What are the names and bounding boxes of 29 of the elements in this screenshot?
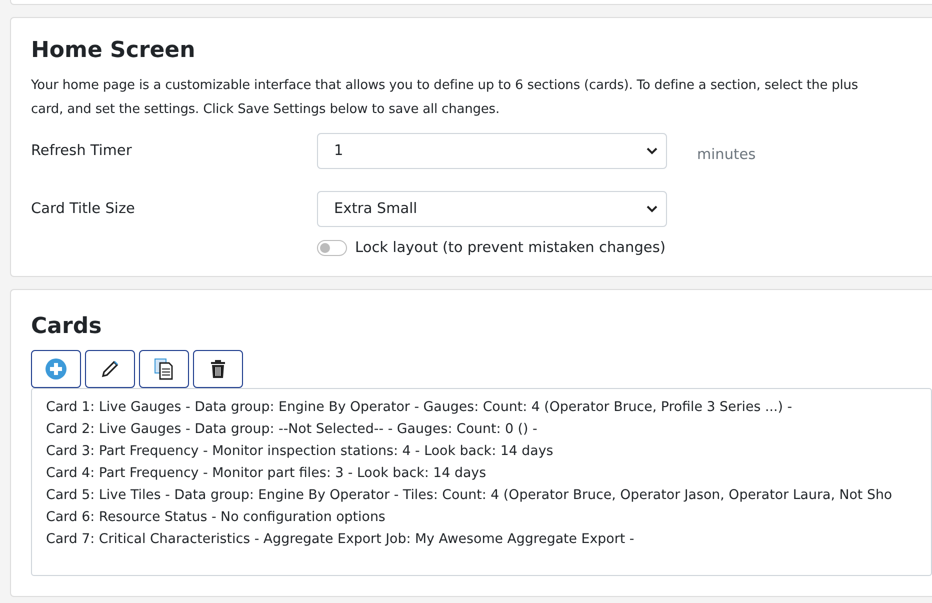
list-item[interactable]: Card 5: Live Tiles - Data group: Engine By Operator - Tiles: Count: 4 (Operator Bruce, Operator Jason, Operator Laura, Not Sho [46,485,917,507]
copy-icon [154,358,174,380]
edit-button[interactable] [85,350,135,388]
description-text: card, and set the settings. Click Save Settings below to save all changes. [31,101,501,119]
toggle-switch[interactable] [317,240,347,256]
dropdown[interactable]: 1 [317,133,667,169]
list-item[interactable]: Card 1: Live Gauges - Data group: Engine By Operator - Gauges: Count: 4 (Operator Bruce, Profile 3 Series ...) - [46,397,917,419]
unit-label: minutes [697,147,756,163]
section-title: Cards [31,313,103,341]
list-item[interactable]: Card 6: Resource Status - No configuration options [46,507,917,529]
chevron-down-icon [646,147,658,155]
toggle-label: Lock layout (to prevent mistaken changes) [355,240,666,256]
chevron-down-icon [646,205,658,213]
list-item[interactable]: Card 4: Part Frequency - Monitor part files: 3 - Look back: 14 days [46,463,917,485]
section-title: Home Screen [31,37,196,65]
plus-icon [45,358,67,380]
list-item[interactable]: Card 7: Critical Characteristics - Aggregate Export Job: My Awesome Aggregate Export - [46,529,917,551]
trash-icon [209,359,227,379]
list-item[interactable]: Card 2: Live Gauges - Data group: --Not Selected-- - Gauges: Count: 0 () - [46,419,917,441]
field-label: Refresh Timer [31,143,133,159]
dropdown[interactable]: Extra Small [317,191,667,227]
pencil-icon [100,359,120,379]
copy-button[interactable] [139,350,189,388]
delete-button[interactable] [193,350,243,388]
add-button[interactable] [31,350,81,388]
cards-list[interactable] [31,388,932,576]
description-text: Your home page is a customizable interface that allows you to define up to 6 sections (cards). To define a section, select the plus [31,77,860,95]
list-item[interactable]: Card 3: Part Frequency - Monitor inspection stations: 4 - Look back: 14 days [46,441,917,463]
field-label: Card Title Size [31,201,136,217]
